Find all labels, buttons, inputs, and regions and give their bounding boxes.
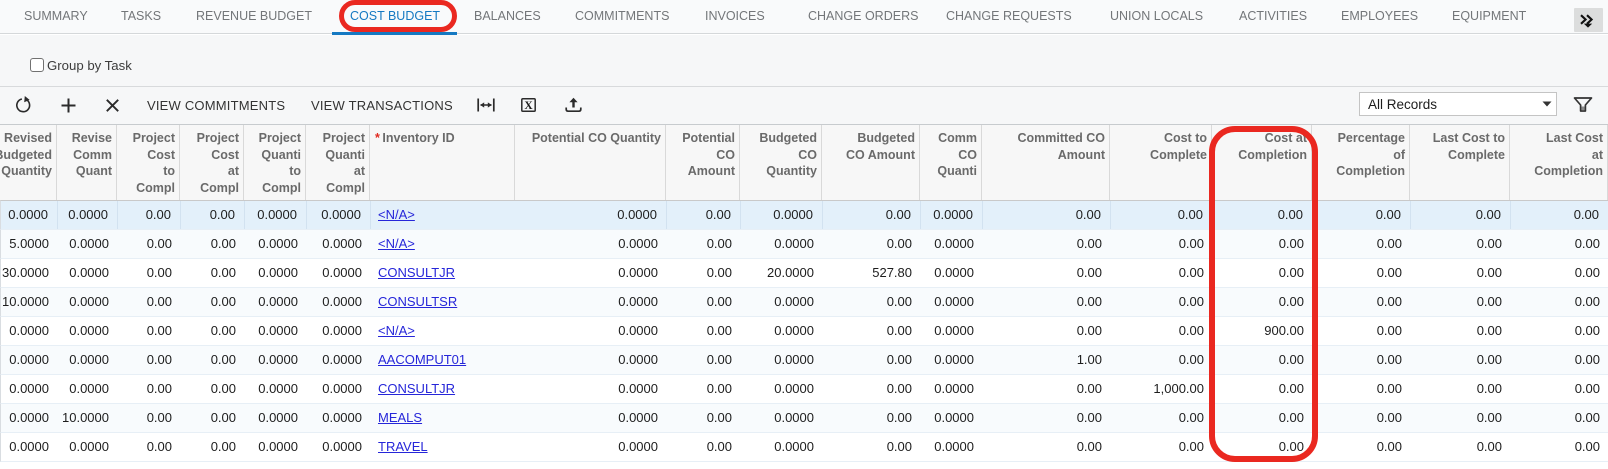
svg-text:X: X xyxy=(524,100,533,112)
